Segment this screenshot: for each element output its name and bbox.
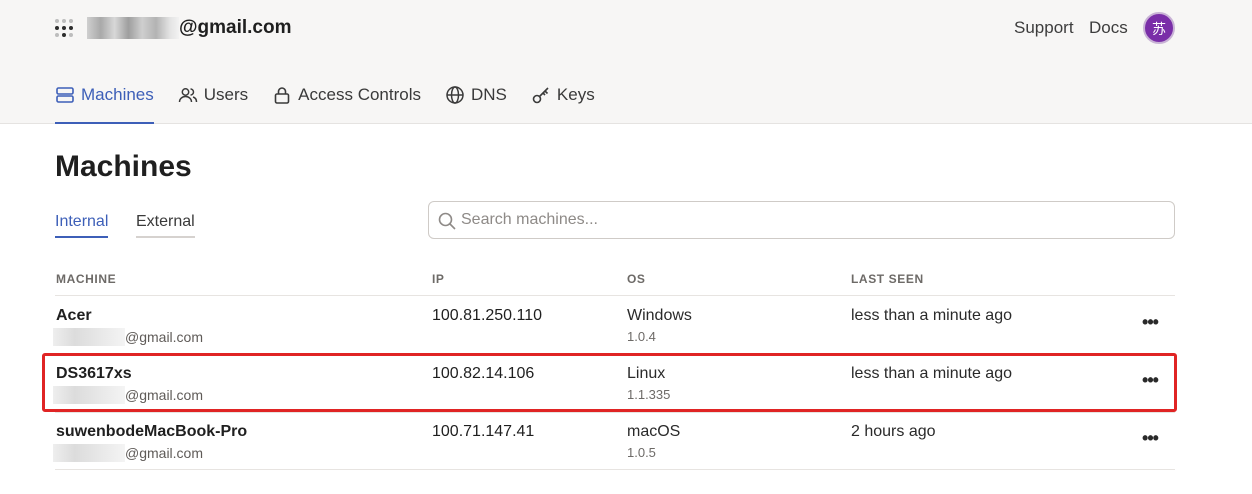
machine-owner: @gmail.com	[125, 387, 204, 403]
machine-name[interactable]: DS3617xs	[56, 364, 132, 384]
support-link[interactable]: Support	[1014, 18, 1074, 38]
column-header-ip: IP	[432, 272, 445, 286]
avatar[interactable]: 苏	[1143, 12, 1175, 44]
machine-last-seen: less than a minute ago	[851, 365, 1012, 382]
tailnet-name: @gmail.com	[179, 17, 292, 38]
nav-tab-dns[interactable]: DNS	[445, 82, 507, 124]
nav-tab-label: Users	[203, 85, 249, 104]
users-icon	[178, 85, 198, 105]
search-icon	[437, 211, 457, 231]
nav-tab-machines[interactable]: Machines	[55, 82, 154, 124]
owner-redacted	[53, 328, 125, 346]
machine-ip[interactable]: 100.71.147.41	[432, 422, 534, 442]
column-header-os: OS	[627, 272, 646, 286]
main-nav: Machines Users Access Controls DNS Keys	[55, 82, 619, 124]
table-row[interactable]: Acer @gmail.com 100.81.250.110 Windows 1…	[53, 296, 1175, 354]
globe-icon	[445, 85, 465, 105]
machine-name[interactable]: suwenbodeMacBook-Pro	[56, 422, 247, 442]
machine-last-seen: less than a minute ago	[851, 307, 1012, 324]
column-header-last-seen: LAST SEEN	[851, 272, 924, 286]
nav-tab-label: Access Controls	[298, 85, 421, 104]
machine-ip[interactable]: 100.82.14.106	[432, 364, 534, 384]
owner-redacted	[53, 386, 125, 404]
docs-link[interactable]: Docs	[1089, 18, 1128, 38]
tailscale-logo-icon[interactable]	[55, 19, 73, 37]
machine-version: 1.1.335	[627, 387, 671, 402]
search-box[interactable]	[428, 201, 1175, 239]
nav-tab-keys[interactable]: Keys	[531, 82, 595, 124]
nav-tab-access-controls[interactable]: Access Controls	[272, 82, 421, 124]
nav-tab-label: Machines	[81, 85, 154, 104]
machine-version: 1.0.4	[627, 329, 656, 344]
machine-os: macOS	[627, 423, 681, 440]
lock-icon	[272, 85, 292, 105]
machine-ip[interactable]: 100.81.250.110	[432, 306, 542, 326]
table-row[interactable]: suwenbodeMacBook-Pro @gmail.com 100.71.1…	[53, 412, 1175, 470]
nav-tab-label: Keys	[556, 85, 595, 104]
column-header-machine: MACHINE	[56, 272, 117, 286]
machine-owner: @gmail.com	[125, 329, 204, 345]
page-title: Machines	[55, 150, 192, 183]
nav-tab-label: DNS	[471, 85, 507, 104]
top-bar: @gmail.com Support Docs 苏 Machines Users…	[0, 0, 1252, 124]
owner-redacted	[53, 444, 125, 462]
tab-internal[interactable]: Internal	[55, 212, 109, 238]
nav-tab-users[interactable]: Users	[178, 82, 248, 124]
machine-version: 1.0.5	[627, 445, 656, 460]
search-input[interactable]	[461, 202, 1161, 238]
key-icon	[531, 85, 551, 105]
table-row[interactable]: DS3617xs @gmail.com 100.82.14.106 Linux …	[53, 354, 1175, 412]
tailnet-name-redacted	[87, 17, 179, 39]
more-options-icon[interactable]: •••	[1137, 312, 1163, 332]
more-options-icon[interactable]: •••	[1137, 428, 1163, 448]
machine-last-seen: 2 hours ago	[851, 423, 936, 440]
machine-owner: @gmail.com	[125, 445, 204, 461]
machine-os: Linux	[627, 365, 666, 382]
tab-external[interactable]: External	[136, 212, 195, 238]
machine-name[interactable]: Acer	[56, 306, 92, 326]
divider	[55, 469, 1175, 470]
machine-os: Windows	[627, 307, 692, 324]
more-options-icon[interactable]: •••	[1137, 370, 1163, 390]
server-icon	[55, 85, 75, 105]
